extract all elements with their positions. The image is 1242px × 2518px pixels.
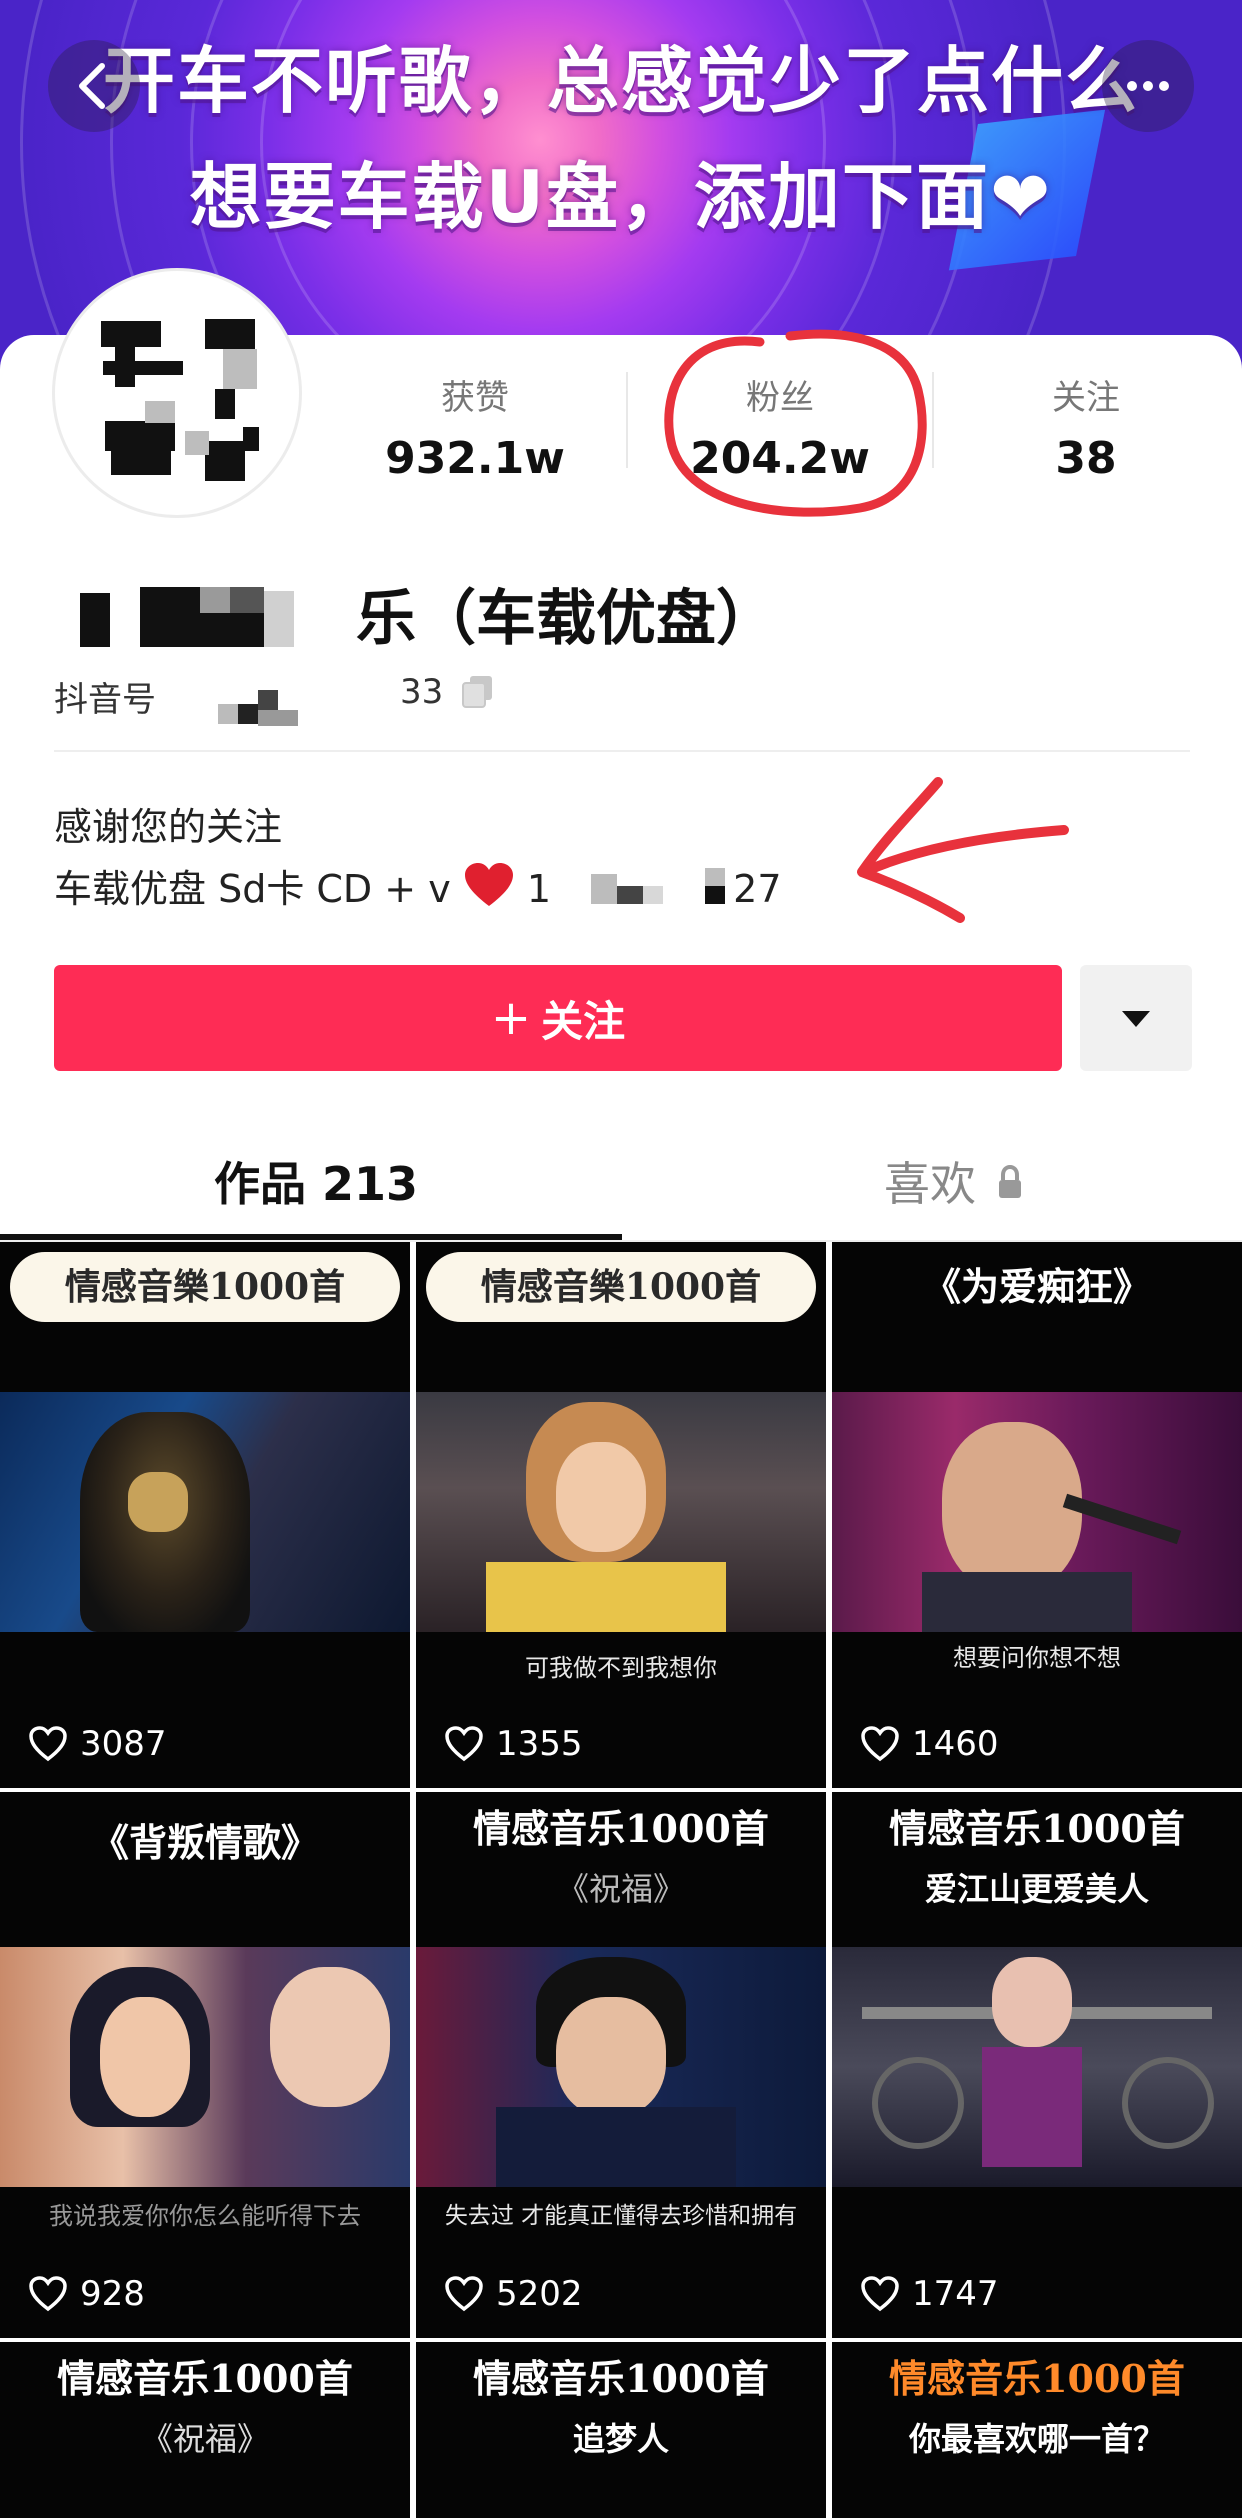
video-subtitle: 爱江山更爱美人	[924, 1870, 1149, 1908]
video-tile-3[interactable]: 《为爱痴狂》 想要问你想不想 1460	[832, 1242, 1242, 1788]
video-caption: 想要问你想不想	[953, 1644, 1121, 1672]
video-subtitle: 追梦人	[572, 2420, 669, 2458]
video-tile-9[interactable]: 情感音乐1000首 你最喜欢哪一首？	[832, 2342, 1242, 2518]
video-likes-count: 5202	[496, 2274, 583, 2314]
video-thumbnail	[0, 1392, 410, 1632]
video-tile-6[interactable]: 情感音乐1000首 爱江山更爱美人 1747	[832, 1792, 1242, 2338]
video-tile-4[interactable]: 《背叛情歌》 我说我爱你你怎么能听得下去 928	[0, 1792, 410, 2338]
annotation-arrow	[857, 777, 1069, 923]
video-title: 情感音乐1000首	[473, 1806, 769, 1851]
heart-icon	[445, 1726, 483, 1762]
video-likes: 1355	[444, 1724, 583, 1764]
video-likes: 928	[28, 2274, 145, 2314]
video-title: 《为爱痴狂》	[922, 1264, 1151, 1309]
video-likes-count: 1355	[496, 1724, 583, 1764]
video-tile-1[interactable]: 情感音樂1000首 3087	[0, 1242, 410, 1788]
heart-icon	[861, 1726, 899, 1762]
video-likes-count: 1460	[912, 1724, 999, 1764]
video-tile-8[interactable]: 情感音乐1000首 追梦人	[416, 2342, 826, 2518]
video-title: 情感音乐1000首	[57, 2356, 353, 2401]
video-grid: 情感音樂1000首 3087 情感音樂1000首 可我做不到我想你 1355 《…	[0, 1242, 1242, 2518]
video-thumbnail	[416, 1392, 826, 1632]
heart-icon	[861, 2276, 899, 2312]
heart-icon	[29, 1726, 67, 1762]
follow-button[interactable]: + 关注	[54, 965, 1062, 1071]
video-likes-count: 1747	[912, 2274, 999, 2314]
video-tile-2[interactable]: 情感音樂1000首 可我做不到我想你 1355	[416, 1242, 826, 1788]
video-subtitle: 你最喜欢哪一首？	[908, 2420, 1165, 2458]
video-subtitle: 《祝福》	[556, 1870, 685, 1908]
plus-icon: +	[490, 990, 532, 1046]
video-title: 情感音樂1000首	[10, 1252, 400, 1322]
video-title: 情感音乐1000首	[889, 2356, 1185, 2401]
heart-icon	[445, 2276, 483, 2312]
video-caption: 我说我爱你你怎么能听得下去	[49, 2202, 361, 2230]
video-thumbnail	[832, 1392, 1242, 1632]
video-tile-7[interactable]: 情感音乐1000首 《祝福》	[0, 2342, 410, 2518]
video-caption: 可我做不到我想你	[525, 1654, 717, 1682]
video-caption: 失去过 才能真正懂得去珍惜和拥有	[444, 2203, 798, 2229]
video-likes-count: 3087	[80, 1724, 167, 1764]
video-likes: 3087	[28, 1724, 167, 1764]
more-options-button[interactable]	[1080, 965, 1192, 1071]
video-subtitle: 《祝福》	[140, 2420, 269, 2458]
video-title: 情感音樂1000首	[426, 1252, 816, 1322]
video-thumbnail	[416, 1947, 826, 2187]
video-thumbnail	[832, 1947, 1242, 2187]
dropdown-icon	[1122, 1011, 1150, 1027]
follow-button-label: 关注	[541, 996, 626, 1046]
video-likes: 1747	[860, 2274, 999, 2314]
video-title: 情感音乐1000首	[889, 1806, 1185, 1851]
video-likes: 5202	[444, 2274, 583, 2314]
video-thumbnail	[0, 1947, 410, 2187]
tab-works[interactable]: 作品 213	[214, 1148, 418, 1214]
tab-likes[interactable]: 喜欢	[884, 1148, 976, 1214]
video-title: 《背叛情歌》	[90, 1820, 319, 1865]
lock-icon	[999, 1164, 1021, 1198]
video-title: 情感音乐1000首	[473, 2356, 769, 2401]
video-likes: 1460	[860, 1724, 999, 1764]
video-tile-5[interactable]: 情感音乐1000首 《祝福》 失去过 才能真正懂得去珍惜和拥有 5202	[416, 1792, 826, 2338]
video-likes-count: 928	[80, 2274, 145, 2314]
heart-icon	[29, 2276, 67, 2312]
